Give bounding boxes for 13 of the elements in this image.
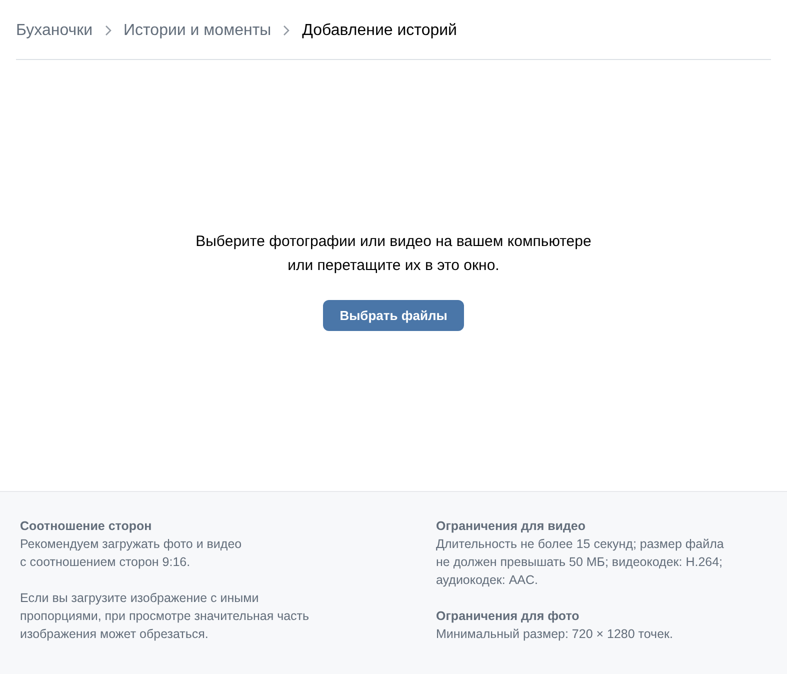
info-text: Длительность не более 15 секунд; размер файла не должен превышать 50 МБ; видеокодек: H.264; аудиокодек: AAC. — [436, 536, 725, 589]
chevron-icon — [283, 25, 290, 36]
info-text: Минимальный размер: 720 × 1280 точек. — [436, 626, 674, 643]
breadcrumb-link[interactable]: Буханочки — [16, 22, 93, 40]
breadcrumb-link[interactable]: Истории и моменты — [124, 22, 272, 40]
choose-files-button[interactable]: Выбрать файлы — [322, 300, 464, 331]
upload-prompt: Выберите фотографии или видео на вашем компьютере или перетащите их в это окно. — [196, 232, 592, 276]
chevron-icon — [104, 25, 112, 36]
info-text: Рекомендуем загружать фото и видео с соотношением сторон 9:16. — [20, 536, 243, 571]
section-title: Соотношение сторон — [20, 518, 153, 535]
info-text: Если вы загрузите изображение с иными пропорциями, при просмотре значительная часть изображения может обрезаться. — [20, 590, 310, 643]
section-title: Ограничения для видео — [436, 518, 586, 535]
section-title: Ограничения для фото — [436, 608, 580, 625]
